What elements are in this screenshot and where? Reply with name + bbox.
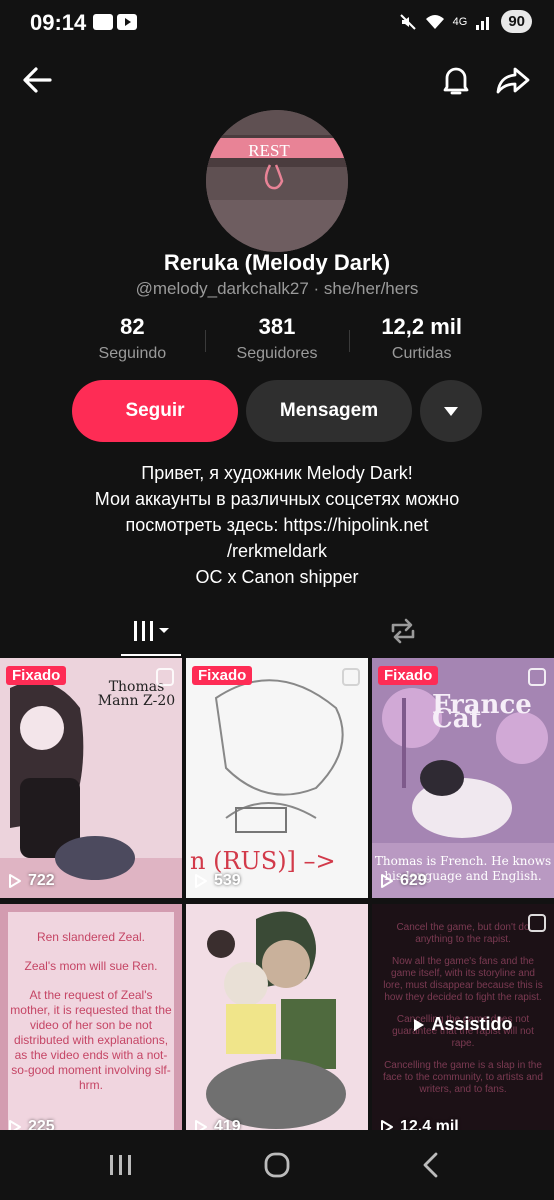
play-filled-icon bbox=[414, 1018, 425, 1031]
video-caption: Cancel the game, but don't do anything t… bbox=[382, 922, 544, 1096]
arrow-left-icon bbox=[23, 67, 52, 93]
view-count-value: 629 bbox=[400, 872, 427, 889]
notification-bell-button[interactable] bbox=[436, 60, 476, 100]
play-icon bbox=[195, 874, 207, 888]
video-thumbnail[interactable]: Ren slandered Zeal. Zeal's mom will sue … bbox=[0, 904, 182, 1144]
wifi-icon bbox=[425, 14, 444, 29]
profile-handle: @melody_darkchalk27 · she/her/hers bbox=[135, 279, 419, 298]
view-count: 722 bbox=[8, 872, 55, 890]
video-thumbnail[interactable]: France Cat Thomas is French. He knows hi… bbox=[372, 658, 554, 898]
play-icon bbox=[9, 874, 21, 888]
stat-value: 12,2 mil bbox=[381, 314, 463, 339]
bio-line: Привет, я художник Melody Dark! bbox=[141, 463, 413, 483]
video-thumbnail[interactable]: 419 bbox=[186, 904, 368, 1144]
battery-indicator: 90 bbox=[501, 10, 532, 33]
grid-videos-icon bbox=[134, 621, 169, 641]
system-nav-bar bbox=[0, 1130, 554, 1200]
youtube-notification-icon bbox=[117, 14, 137, 30]
video-thumbnail[interactable]: Cancel the game, but don't do anything t… bbox=[372, 904, 554, 1144]
caption-line: Cancel the game, but don't do anything t… bbox=[396, 922, 530, 945]
pinned-badge: Fixado bbox=[378, 666, 439, 685]
bio-link[interactable]: посмотреть здесь: https://hipolink.net bbox=[40, 512, 514, 538]
caption-line: Now all the game's fans and the game its… bbox=[383, 956, 543, 1003]
thumbnail-art bbox=[186, 904, 368, 1144]
caption-line: Zeal's mom will sue Ren. bbox=[24, 959, 158, 973]
caption-line: Cancelling the game is a slap in the fac… bbox=[383, 1060, 543, 1095]
recent-apps-icon bbox=[110, 1155, 131, 1175]
profile-bio: Привет, я художник Melody Dark! Мои акка… bbox=[40, 460, 514, 590]
select-checkbox[interactable] bbox=[156, 668, 174, 686]
bio-line: OC x Canon shipper bbox=[195, 567, 359, 587]
recent-apps-button[interactable] bbox=[100, 1150, 142, 1180]
video-grid: Thomas Mann Z-20 Fixado 722 n (RUS)] –> … bbox=[0, 658, 554, 1144]
profile-stats: 82 Seguindo 381 Seguidores 12,2 mil Curt… bbox=[60, 314, 494, 370]
avatar-image: REST bbox=[206, 110, 348, 252]
video-thumbnail[interactable]: Thomas Mann Z-20 Fixado 722 bbox=[0, 658, 182, 898]
view-count-value: 722 bbox=[28, 872, 55, 889]
follow-button[interactable]: Seguir bbox=[72, 380, 238, 442]
avatar[interactable]: REST bbox=[206, 110, 348, 252]
back-button[interactable] bbox=[18, 60, 58, 100]
content-tabs bbox=[0, 604, 554, 656]
home-button[interactable] bbox=[256, 1148, 298, 1182]
signal-icon bbox=[476, 16, 490, 30]
stat-following[interactable]: 82 Seguindo bbox=[60, 314, 205, 370]
bell-icon bbox=[443, 67, 469, 95]
repost-icon bbox=[391, 618, 415, 644]
select-checkbox[interactable] bbox=[528, 914, 546, 932]
chevron-left-icon bbox=[423, 1152, 438, 1178]
select-checkbox[interactable] bbox=[528, 668, 546, 686]
view-count: 539 bbox=[194, 872, 241, 890]
caption-line: At the request of Zeal's mother, it is r… bbox=[10, 988, 172, 1092]
video-caption: n (RUS)] –> bbox=[190, 847, 336, 875]
video-caption: Ren slandered Zeal. Zeal's mom will sue … bbox=[10, 930, 172, 1093]
share-arrow-icon bbox=[496, 67, 530, 94]
select-checkbox[interactable] bbox=[342, 668, 360, 686]
view-count-value: 539 bbox=[214, 872, 241, 889]
video-title-art: France Cat bbox=[432, 690, 532, 734]
system-back-button[interactable] bbox=[414, 1148, 448, 1182]
stat-followers[interactable]: 381 Seguidores bbox=[204, 314, 350, 370]
home-icon bbox=[264, 1152, 290, 1178]
status-icons: 4G 90 bbox=[399, 10, 532, 33]
profile-name: Reruka (Melody Dark) bbox=[163, 250, 391, 275]
caret-down-icon bbox=[444, 407, 458, 416]
watched-label: Assistido bbox=[372, 1014, 554, 1035]
tab-videos[interactable] bbox=[121, 614, 181, 648]
stat-value: 381 bbox=[258, 314, 296, 339]
mute-icon bbox=[399, 13, 416, 30]
play-icon bbox=[381, 874, 393, 888]
stat-likes[interactable]: 12,2 mil Curtidas bbox=[349, 314, 494, 370]
status-bar: 09:14 4G 90 bbox=[0, 0, 554, 44]
video-thumbnail[interactable]: n (RUS)] –> Fixado 539 bbox=[186, 658, 368, 898]
pinned-badge: Fixado bbox=[192, 666, 253, 685]
pinned-badge: Fixado bbox=[6, 666, 67, 685]
stat-label: Seguindo bbox=[98, 345, 167, 362]
tab-reposts[interactable] bbox=[373, 614, 433, 648]
tab-indicator bbox=[121, 654, 181, 656]
share-button[interactable] bbox=[493, 60, 533, 100]
view-count: 629 bbox=[380, 872, 427, 890]
bio-link[interactable]: /rerkmeldark bbox=[40, 538, 514, 564]
watched-text: Assistido bbox=[431, 1014, 513, 1034]
more-options-button[interactable] bbox=[420, 380, 482, 442]
app-notification-icon bbox=[93, 14, 113, 30]
stat-label: Seguidores bbox=[236, 345, 318, 362]
message-button[interactable]: Mensagem bbox=[246, 380, 412, 442]
stat-value: 82 bbox=[120, 314, 145, 339]
status-time: 09:14 bbox=[30, 10, 87, 35]
stat-label: Curtidas bbox=[391, 345, 452, 362]
network-type: 4G bbox=[452, 15, 468, 28]
bio-line: Мои аккаунты в различных соцсетях можно bbox=[94, 489, 460, 509]
caption-line: Ren slandered Zeal. bbox=[36, 930, 146, 944]
svg-text:REST: REST bbox=[248, 141, 290, 160]
